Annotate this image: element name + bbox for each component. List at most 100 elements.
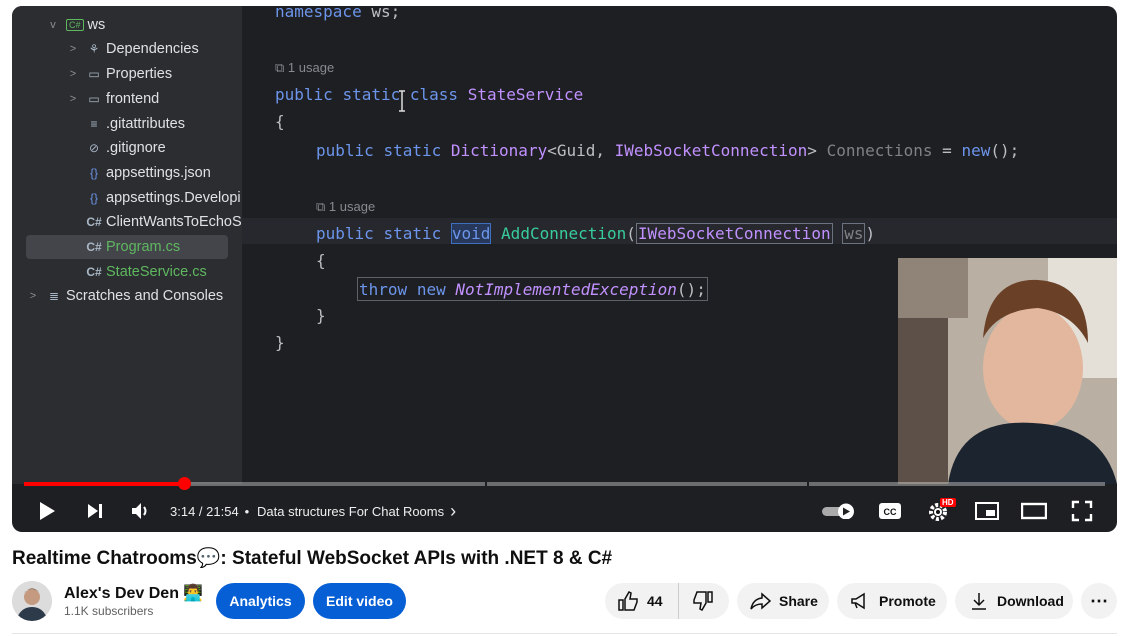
next-button[interactable] [80,490,110,532]
chevron-right-icon: > [29,290,37,302]
lines-icon: ≡ [90,117,98,131]
analytics-button[interactable]: Analytics [216,583,305,619]
like-button[interactable]: 44 [605,583,679,619]
chapter-title: Data structures For Chat Rooms [257,503,445,519]
tree-label: ws [87,17,106,33]
tree-label: Dependencies [106,41,199,57]
tree-item-gitignore: ⊘ .gitignore [86,136,166,160]
chevron-right-icon: > [69,93,77,105]
time-text: 3:14 / 21:54 [170,503,239,519]
braces-icon: {} [89,191,98,205]
theater-mode-button[interactable] [1019,490,1049,532]
video-player[interactable]: v C# ws > ⚘ Dependencies > ▭ Properties … [12,6,1117,532]
edit-video-button[interactable]: Edit video [313,583,406,619]
download-label: Download [997,593,1064,609]
tree-label: ClientWantsToEchoS [106,214,242,230]
tree-label: StateService.cs [106,264,207,280]
csharp-project-icon: C# [66,19,84,31]
tree-label: Scratches and Consoles [66,288,224,304]
fullscreen-button[interactable] [1067,490,1097,532]
miniplayer-button[interactable] [972,490,1002,532]
fullscreen-icon [1071,500,1093,522]
share-button[interactable]: Share [737,583,829,619]
tree-label: Program.cs [106,239,181,255]
channel-avatar-icon [12,581,52,621]
theater-icon [1021,502,1047,520]
tree-item-stateservice: C# StateService.cs [86,260,207,284]
more-actions-button[interactable]: ⋯ [1081,583,1117,619]
code-brace: } [316,306,326,325]
captions-icon: CC [879,503,901,519]
play-icon [40,502,55,520]
tree-label: .gitignore [106,140,166,156]
tree-item-appsettings-dev: {} appsettings.Developi [86,186,241,210]
thumbs-up-icon [618,591,638,611]
avatar[interactable] [12,581,52,621]
code-brace: } [275,333,285,352]
chapter-button[interactable]: Data structures For Chat Rooms › [257,490,456,532]
tree-item-dependencies: > ⚘ Dependencies [66,37,199,61]
code-brace: { [275,112,285,131]
tree-item-program: C# Program.cs [26,235,228,259]
time-display: 3:14 / 21:54 • [170,490,255,532]
tree-label: .gitattributes [106,116,185,132]
mute-button[interactable] [126,490,156,532]
divider [12,633,1117,634]
code-line-addconnection: public static void AddConnection(IWebSoc… [316,223,876,244]
chapter-segment [487,482,807,486]
progress-bar[interactable] [24,477,1105,490]
csharp-file-icon: C# [86,215,102,229]
chevron-right-icon: › [450,500,457,521]
tree-label: frontend [106,91,160,107]
webcam-overlay [898,258,1117,484]
tree-item-clientwants: C# ClientWantsToEchoS [86,210,242,234]
chevron-right-icon: > [69,43,77,55]
tree-label: appsettings.json [106,165,211,181]
code-line-throw: throw new NotImplementedException(); [357,277,708,301]
chevron-down-icon: v [50,19,56,31]
scratches-icon: ≣ [48,289,60,303]
megaphone-icon [851,592,865,610]
tree-label: Properties [106,66,173,82]
tree-label: appsettings.Developi [106,190,241,206]
text-cursor-icon [399,90,405,112]
captions-button[interactable]: CC [876,490,904,532]
tree-item-properties: > ▭ Properties [66,62,172,86]
csharp-file-icon: C# [86,265,102,279]
download-icon [972,593,986,610]
player-controls: 3:14 / 21:54 • Data structures For Chat … [12,490,1117,532]
autoplay-toggle[interactable] [820,490,858,532]
chevron-right-icon: > [69,68,77,80]
video-title: Realtime Chatrooms💬: Stateful WebSocket … [12,548,613,569]
separator: • [244,503,250,519]
project-tree: v C# ws > ⚘ Dependencies > ▭ Properties … [12,6,242,484]
channel-name[interactable]: Alex's Dev Den 👨‍💻 [64,583,203,603]
folder-icon: ▭ [88,67,100,81]
tree-item-frontend: > ▭ frontend [66,87,159,111]
csharp-file-icon: C# [86,240,102,254]
code-brace: { [316,251,326,270]
thumbs-down-icon [693,591,713,611]
code-line-class: public static class StateService [275,85,584,104]
code-line-namespace: namespace ws; [275,6,401,21]
progress-played [24,482,184,486]
promote-button[interactable]: Promote [837,583,947,619]
settings-button[interactable]: HD [924,490,956,532]
chapter-segment [809,482,1105,486]
download-button[interactable]: Download [955,583,1073,619]
like-count: 44 [647,593,663,609]
tree-item-ws: v C# ws [46,13,105,37]
dislike-button[interactable] [679,583,727,619]
svg-text:CC: CC [884,507,897,517]
usage-hint: ⧉ 1 usage [316,199,376,214]
tree-item-gitattributes: ≡ .gitattributes [86,112,185,136]
share-label: Share [779,593,818,609]
code-line-connections: public static Dictionary<Guid, IWebSocke… [316,141,1020,160]
play-button[interactable] [32,490,62,532]
braces-icon: {} [89,166,98,180]
volume-icon [132,503,147,519]
dependencies-icon: ⚘ [88,42,100,56]
miniplayer-icon [975,502,999,520]
scrubber-handle[interactable] [177,477,191,490]
skip-next-icon [88,504,102,518]
